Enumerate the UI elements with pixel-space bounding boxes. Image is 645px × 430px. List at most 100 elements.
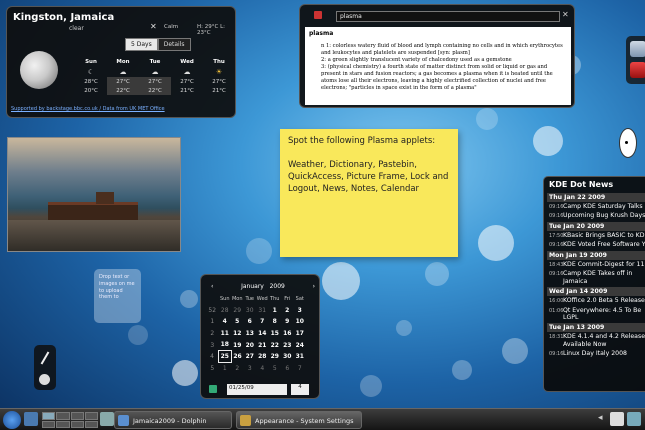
news-date-header: Tue Jan 13 2009 bbox=[547, 323, 645, 333]
news-item[interactable]: 17:50 KBasic Brings BASIC to KDE bbox=[547, 231, 645, 240]
desktop-2[interactable] bbox=[56, 412, 70, 420]
update-icon[interactable] bbox=[627, 412, 641, 426]
calendar-month[interactable]: January bbox=[241, 283, 264, 290]
prev-month-button[interactable]: ‹ bbox=[211, 283, 213, 290]
calendar-day[interactable]: 14 bbox=[256, 328, 269, 340]
calendar-day[interactable]: 30 bbox=[281, 351, 294, 363]
calendar-day[interactable]: 26 bbox=[231, 351, 244, 363]
task-dolphin[interactable]: Jamaica2009 - Dolphin bbox=[114, 411, 232, 429]
clear-icon[interactable]: ✕ bbox=[562, 10, 569, 19]
desktop-icon[interactable] bbox=[24, 412, 38, 426]
news-item[interactable]: 09:16 Camp KDE Saturday Talks bbox=[547, 202, 645, 211]
calendar-day[interactable]: 28 bbox=[219, 305, 232, 317]
calendar-day[interactable]: 25 bbox=[218, 350, 232, 364]
calendar-day[interactable]: 18 bbox=[219, 339, 232, 351]
settings-icon bbox=[240, 415, 251, 426]
weather-source-link[interactable]: Supported by backstage.bbc.co.uk / Data … bbox=[11, 106, 165, 112]
calendar-year[interactable]: 2009 bbox=[270, 283, 285, 290]
calendar-day[interactable]: 9 bbox=[281, 316, 294, 328]
calendar-day[interactable]: 21 bbox=[256, 339, 269, 351]
calendar-day[interactable]: 5 bbox=[231, 316, 244, 328]
calendar-week-field[interactable]: 4 bbox=[291, 384, 309, 395]
news-time: 17:50 bbox=[549, 232, 564, 239]
calendar-day[interactable]: 15 bbox=[269, 328, 282, 340]
news-item[interactable]: 09:16KDE Voted Free Software Year bbox=[547, 240, 645, 249]
calendar-day[interactable]: 4 bbox=[219, 316, 232, 328]
news-list: Thu Jan 22 2009 09:16 Camp KDE Saturday Ta… bbox=[547, 192, 645, 359]
week-header bbox=[206, 293, 219, 305]
calendar-day[interactable]: 20 bbox=[244, 339, 257, 351]
dictionary-search-input[interactable]: plasma bbox=[336, 11, 560, 22]
news-headline: KBasic Brings BASIC to KDE bbox=[563, 231, 645, 239]
tab-details[interactable]: Details bbox=[157, 38, 191, 51]
desktop-1[interactable] bbox=[42, 412, 56, 420]
forecast-day: Tue bbox=[149, 58, 161, 65]
desktop-6[interactable] bbox=[56, 420, 70, 428]
news-item[interactable]: 09:16 Linux Day Italy 2008 bbox=[547, 349, 645, 358]
calendar-day[interactable]: 4 bbox=[256, 363, 269, 375]
calendar-day[interactable]: 27 bbox=[244, 351, 257, 363]
calendar-day[interactable]: 19 bbox=[231, 339, 244, 351]
calendar-day[interactable]: 23 bbox=[281, 339, 294, 351]
clipboard-icon[interactable] bbox=[610, 412, 624, 426]
news-time: 01:06 bbox=[549, 307, 564, 314]
news-item[interactable]: 16:00 KOffice 2.0 Beta 5 Released bbox=[547, 296, 645, 305]
tab-5-days[interactable]: 5 Days bbox=[125, 38, 158, 51]
picture-frame-applet[interactable] bbox=[7, 137, 181, 252]
news-item[interactable]: 09:16 Upcoming Bug Krush Days bbox=[547, 211, 645, 220]
calendar-day[interactable]: 3 bbox=[244, 363, 257, 375]
task-system-settings[interactable]: Appearance - System Settings bbox=[236, 411, 362, 429]
pen-icon bbox=[40, 351, 50, 365]
calendar-day[interactable]: 29 bbox=[269, 351, 282, 363]
dictionary-definition-page: plasma n 1: colorless watery fluid of bl… bbox=[305, 27, 571, 105]
calendar-day[interactable]: 2 bbox=[231, 363, 244, 375]
logout-button[interactable] bbox=[630, 62, 645, 78]
calendar-day[interactable]: 31 bbox=[294, 351, 307, 363]
trash-icon[interactable] bbox=[100, 412, 114, 426]
quickaccess-applet[interactable] bbox=[34, 345, 56, 390]
calendar-day[interactable]: 29 bbox=[231, 305, 244, 317]
virtual-desktop-pager[interactable] bbox=[42, 412, 98, 428]
desktop-8[interactable] bbox=[84, 420, 98, 428]
calendar-day[interactable]: 7 bbox=[256, 316, 269, 328]
forecast-low: 20°C bbox=[84, 87, 98, 94]
news-item[interactable]: 18:31 KDE 4.1.4 and 4.2 Release Available… bbox=[547, 332, 645, 349]
calendar-day[interactable]: 7 bbox=[294, 363, 307, 375]
notes-applet[interactable]: Spot the following Plasma applets: Weath… bbox=[280, 129, 458, 257]
desktop-7[interactable] bbox=[70, 420, 84, 428]
lock-screen-button[interactable] bbox=[630, 41, 645, 57]
desktop-4[interactable] bbox=[84, 412, 98, 420]
calendar-day[interactable]: 6 bbox=[281, 363, 294, 375]
kde-menu-icon[interactable] bbox=[3, 411, 21, 429]
calendar-day[interactable]: 2 bbox=[281, 305, 294, 317]
calendar-day[interactable]: 13 bbox=[244, 328, 257, 340]
next-month-button[interactable]: › bbox=[313, 283, 315, 290]
calendar-day[interactable]: 17 bbox=[294, 328, 307, 340]
calendar-day[interactable]: 24 bbox=[294, 339, 307, 351]
calendar-day[interactable]: 22 bbox=[269, 339, 282, 351]
calendar-day[interactable]: 31 bbox=[256, 305, 269, 317]
calendar-day[interactable]: 5 bbox=[269, 363, 282, 375]
calendar-day[interactable]: 10 bbox=[294, 316, 307, 328]
news-item[interactable]: 18:43 KDE Commit-Digest for 11 bbox=[547, 260, 645, 269]
pastebin-applet[interactable]: Drop text or images on me to upload them… bbox=[94, 269, 141, 323]
news-headline: KOffice 2.0 Beta 5 Released bbox=[563, 297, 645, 305]
calendar-week-row: 51234567 bbox=[206, 363, 306, 375]
knob-icon[interactable] bbox=[39, 374, 50, 385]
calendar-day[interactable]: 11 bbox=[219, 328, 232, 340]
calendar-day[interactable]: 30 bbox=[244, 305, 257, 317]
calendar-day[interactable]: 12 bbox=[231, 328, 244, 340]
calendar-day[interactable]: 1 bbox=[219, 363, 232, 375]
calendar-day[interactable]: 6 bbox=[244, 316, 257, 328]
today-icon[interactable] bbox=[209, 385, 217, 393]
desktop-5[interactable] bbox=[42, 420, 56, 428]
desktop-3[interactable] bbox=[70, 412, 84, 420]
calendar-day[interactable]: 8 bbox=[269, 316, 282, 328]
calendar-date-field[interactable]: 01/25/09 bbox=[227, 384, 287, 395]
calendar-day[interactable]: 3 bbox=[294, 305, 307, 317]
news-item[interactable]: 09:16 Camp KDE Takes off in Jamaica bbox=[547, 269, 645, 286]
calendar-day[interactable]: 1 bbox=[269, 305, 282, 317]
calendar-day[interactable]: 28 bbox=[256, 351, 269, 363]
calendar-day[interactable]: 16 bbox=[281, 328, 294, 340]
news-item[interactable]: 01:06 Qt Everywhere: 4.5 To Be LGPL bbox=[547, 306, 645, 323]
